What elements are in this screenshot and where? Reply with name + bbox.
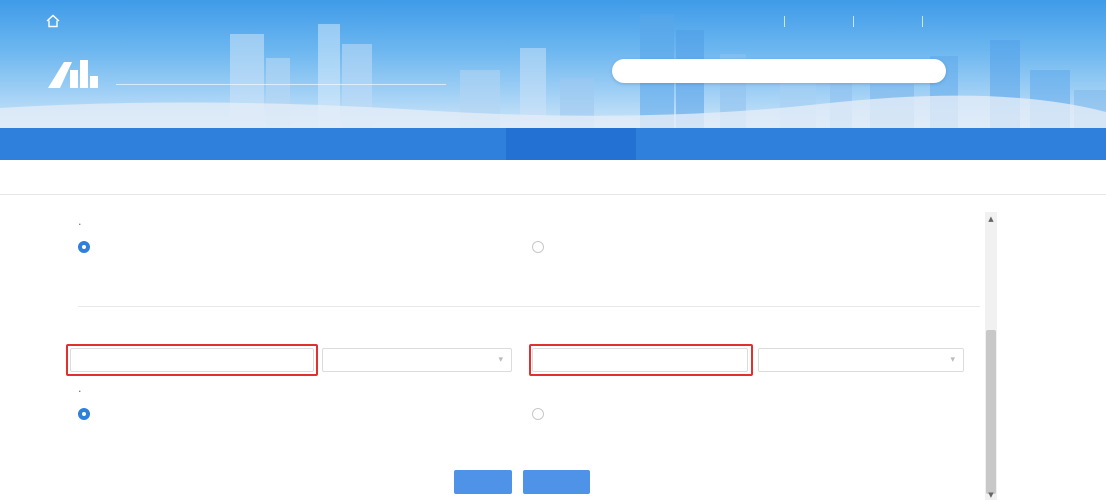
chevron-down-icon: ▾	[498, 355, 503, 365]
home-icon[interactable]	[46, 14, 60, 28]
divider	[853, 15, 854, 27]
back-button[interactable]	[454, 470, 512, 494]
main-nav	[0, 128, 1106, 160]
apply-type-radio-2[interactable]	[532, 241, 544, 253]
nav-item-2[interactable]	[116, 128, 246, 160]
apply-name-input[interactable]	[71, 349, 313, 372]
divider	[78, 306, 980, 307]
confirm-radio-no[interactable]	[532, 408, 544, 420]
next-button[interactable]	[523, 470, 590, 494]
apply-type-label: ·	[78, 218, 86, 231]
scroll-down-arrow[interactable]: ▼	[985, 490, 997, 500]
divider	[922, 15, 923, 27]
top-bar	[0, 0, 1106, 42]
apply-name-field[interactable]	[70, 348, 314, 372]
divider	[784, 15, 785, 27]
nav-item-7[interactable]	[766, 128, 896, 160]
scrollbar[interactable]: ▲ ▼	[985, 212, 997, 500]
nav-item-6[interactable]	[636, 128, 766, 160]
divider	[0, 194, 1106, 195]
nav-item-1[interactable]	[0, 128, 116, 160]
apply-type-radio-1[interactable]	[78, 241, 90, 253]
top-links	[770, 14, 977, 28]
site-header	[0, 0, 1106, 128]
confirm-label: ·	[78, 385, 86, 398]
apply-person-field[interactable]	[532, 348, 748, 372]
nav-item-5[interactable]	[506, 128, 636, 160]
required-mark: ·	[78, 385, 82, 398]
chevron-down-icon: ▾	[950, 355, 955, 365]
apply-person-input[interactable]	[533, 349, 747, 372]
building-logo-icon[interactable]	[46, 56, 100, 90]
nav-item-4[interactable]	[376, 128, 506, 160]
search-box[interactable]	[612, 59, 946, 83]
required-mark: ·	[78, 218, 82, 231]
apply-person-select[interactable]: ▾	[758, 348, 964, 372]
confirm-radio-yes[interactable]	[78, 408, 90, 420]
search-input[interactable]	[612, 59, 946, 83]
apply-name-select[interactable]: ▾	[322, 348, 512, 372]
title-underline	[116, 84, 446, 85]
nav-item-3[interactable]	[246, 128, 376, 160]
scroll-up-arrow[interactable]: ▲	[985, 212, 997, 226]
scroll-thumb[interactable]	[986, 330, 996, 494]
